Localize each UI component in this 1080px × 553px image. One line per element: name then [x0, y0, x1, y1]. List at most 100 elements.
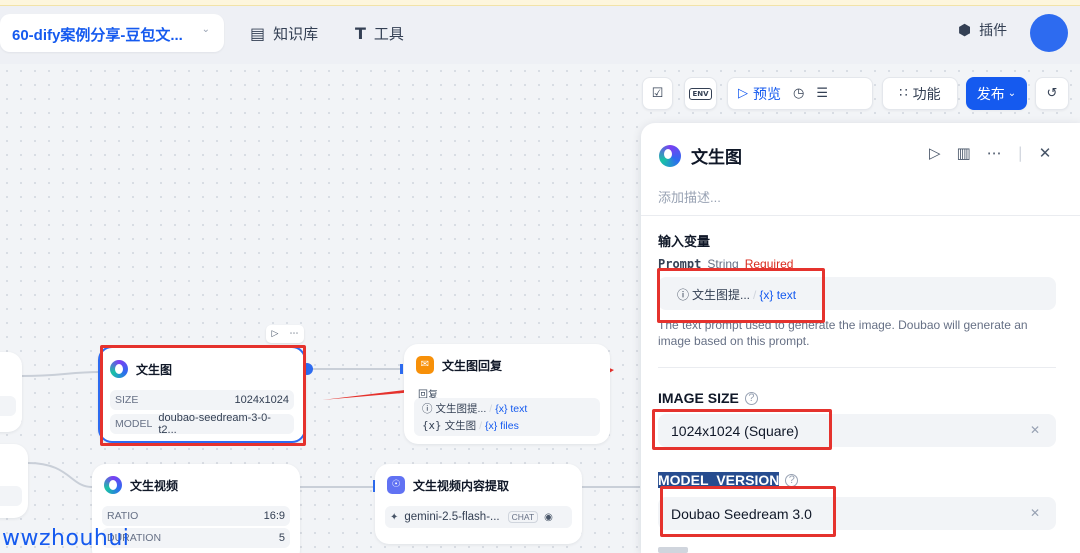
reply-var-chip: ⓘ 文生图提... / {x} text	[422, 402, 528, 416]
model-name: gemini-2.5-flash-...	[404, 511, 500, 523]
param-value: 16:9	[263, 510, 285, 522]
image-size-select[interactable]: 1024x1024 (Square) ✕	[658, 414, 1056, 447]
variable-icon: {x}	[422, 419, 442, 432]
node-config-panel: 文生图 ▷ ▥ ⋯ | ✕ 添加描述... 输入变量 Prompt String…	[641, 123, 1080, 553]
close-icon[interactable]: ✕	[1039, 144, 1052, 162]
run-step-icon[interactable]: ▷	[929, 144, 941, 162]
env-icon: ENV	[689, 87, 712, 100]
model-row: ✦ gemini-2.5-flash-... CHAT ◉	[385, 506, 572, 528]
divider	[641, 215, 1080, 216]
start-node-partial[interactable]	[0, 352, 22, 432]
chip-variable: {x} text	[759, 287, 797, 302]
prompt-var-chip: ⓘ 文生图提... / {x} text	[677, 287, 797, 303]
preview-label[interactable]: 预览	[753, 84, 781, 104]
node-title: 文生视频内容提取	[413, 478, 510, 493]
node-extract[interactable]: ☉ 文生视频内容提取 ✦ gemini-2.5-flash-... CHAT ◉	[375, 464, 582, 544]
more-icon[interactable]: ⋯	[987, 144, 1002, 162]
divider	[658, 367, 1056, 368]
model-version-value: Doubao Seedream 3.0	[671, 506, 812, 522]
reply-var-chip: {x} 文生图 / {x} files	[422, 419, 519, 433]
run-history-icon[interactable]: ◷	[793, 86, 804, 101]
node-param-row: DURATION 5	[102, 528, 290, 548]
chip-source: 文生图	[444, 420, 477, 432]
features-icon: ∷	[899, 86, 908, 101]
prompt-input[interactable]: ⓘ 文生图提... / {x} text	[658, 277, 1056, 310]
node-header: 文生视频	[104, 476, 178, 494]
publish-label: 发布	[976, 85, 1005, 102]
publish-button[interactable]: 发布 ⌄	[966, 77, 1027, 110]
env-button[interactable]: ENV	[684, 77, 717, 110]
variables-icon[interactable]: ☰	[816, 86, 828, 101]
features-label: 功能	[912, 85, 941, 102]
prompt-required: Required	[744, 257, 794, 271]
input-section-title: 输入变量	[658, 234, 711, 249]
node-header: ☉ 文生视频内容提取	[387, 476, 509, 494]
doubao-logo-icon	[659, 144, 681, 167]
param-key: RATIO	[107, 510, 139, 522]
preview-group: ▷ 预览 ◷ ☰	[727, 77, 873, 110]
panel-title[interactable]: 文生图	[691, 143, 742, 168]
chevron-down-icon: ⌄	[1007, 88, 1017, 99]
eye-icon: ◉	[544, 511, 553, 523]
image-size-value: 1024x1024 (Square)	[671, 423, 799, 439]
llm-icon: ☉	[387, 476, 405, 494]
param-value: doubao-seedream-3-0-t2...	[158, 412, 271, 436]
doubao-logo-icon	[110, 360, 128, 378]
clear-icon[interactable]: ✕	[1030, 506, 1040, 520]
checklist-button[interactable]: ☑	[642, 77, 673, 110]
help-doc-icon[interactable]: ▥	[957, 144, 971, 162]
prompt-help-text: The text prompt used to generate the ima…	[658, 318, 1028, 348]
reply-content: ⓘ 文生图提... / {x} text {x} 文生图 / {x} files	[414, 398, 600, 436]
features-button[interactable]: ∷ 功能	[882, 77, 958, 110]
info-icon: ⓘ	[677, 288, 690, 302]
node-header: ✉ 文生图回复	[416, 356, 502, 374]
help-icon: ?	[785, 473, 799, 487]
clear-icon[interactable]: ✕	[1030, 423, 1040, 437]
watermark-text: wwzhouhui	[2, 526, 130, 551]
node-param-row: RATIO 16:9	[102, 506, 290, 526]
checklist-icon: ☑	[651, 86, 664, 101]
model-version-label-row: MODEL_VERSION ?	[658, 472, 799, 488]
prompt-type: String	[707, 257, 739, 271]
node-param-row: SIZE 1024x1024	[110, 390, 294, 410]
play-icon[interactable]: ▷	[738, 86, 748, 101]
chip-source: 文生图提...	[435, 403, 487, 415]
chat-badge: CHAT	[507, 511, 539, 523]
description-input[interactable]: 添加描述...	[658, 187, 721, 206]
version-history-button[interactable]: ↺	[1035, 77, 1069, 110]
node-title: 文生视频	[130, 478, 179, 493]
reply-icon: ✉	[416, 356, 434, 374]
node-wenshengtu[interactable]: 文生图 SIZE 1024x1024 MODEL doubao-seedream…	[98, 346, 306, 443]
gemini-icon: ✦	[390, 511, 399, 523]
panel-actions: ▷ ▥ ⋯ | ✕	[929, 144, 1052, 162]
node-header: 文生图	[110, 360, 172, 378]
image-size-label: IMAGE SIZE	[658, 390, 739, 406]
image-size-label-row: IMAGE SIZE ?	[658, 390, 758, 406]
node-reply[interactable]: ✉ 文生图回复 回复 ⓘ 文生图提... / {x} text {x} 文生图 …	[404, 344, 610, 444]
node-title: 文生图回复	[442, 358, 503, 373]
chip-variable: {x} text	[495, 402, 528, 415]
model-version-select[interactable]: Doubao Seedream 3.0 ✕	[658, 497, 1056, 530]
doubao-logo-icon	[104, 476, 122, 494]
node-param-row: MODEL doubao-seedream-3-0-t2...	[110, 412, 294, 436]
param-value: 5	[278, 532, 285, 544]
panel-header: 文生图	[659, 143, 742, 168]
next-section-label-partial	[658, 547, 688, 553]
edge-start-to-wenshengtu	[21, 371, 101, 377]
prompt-name: Prompt	[658, 257, 702, 271]
prompt-label-row: Prompt String Required	[658, 257, 793, 271]
node-hover-toolbar: ▷ ⋯	[266, 325, 304, 343]
param-value: 1024x1024	[234, 394, 289, 406]
model-version-label: MODEL_VERSION	[658, 472, 780, 488]
node-title: 文生图	[136, 362, 173, 377]
info-icon: ⓘ	[422, 403, 433, 415]
more-icon[interactable]: ⋯	[289, 329, 298, 339]
input-handle	[400, 364, 403, 374]
chip-source: 文生图提...	[692, 288, 751, 302]
param-key: MODEL	[115, 418, 153, 430]
param-key: SIZE	[115, 394, 139, 406]
history-icon: ↺	[1046, 86, 1058, 101]
edge-left-to-video	[27, 462, 93, 488]
branch-node-partial[interactable]	[0, 444, 28, 518]
play-icon[interactable]: ▷	[272, 329, 279, 339]
